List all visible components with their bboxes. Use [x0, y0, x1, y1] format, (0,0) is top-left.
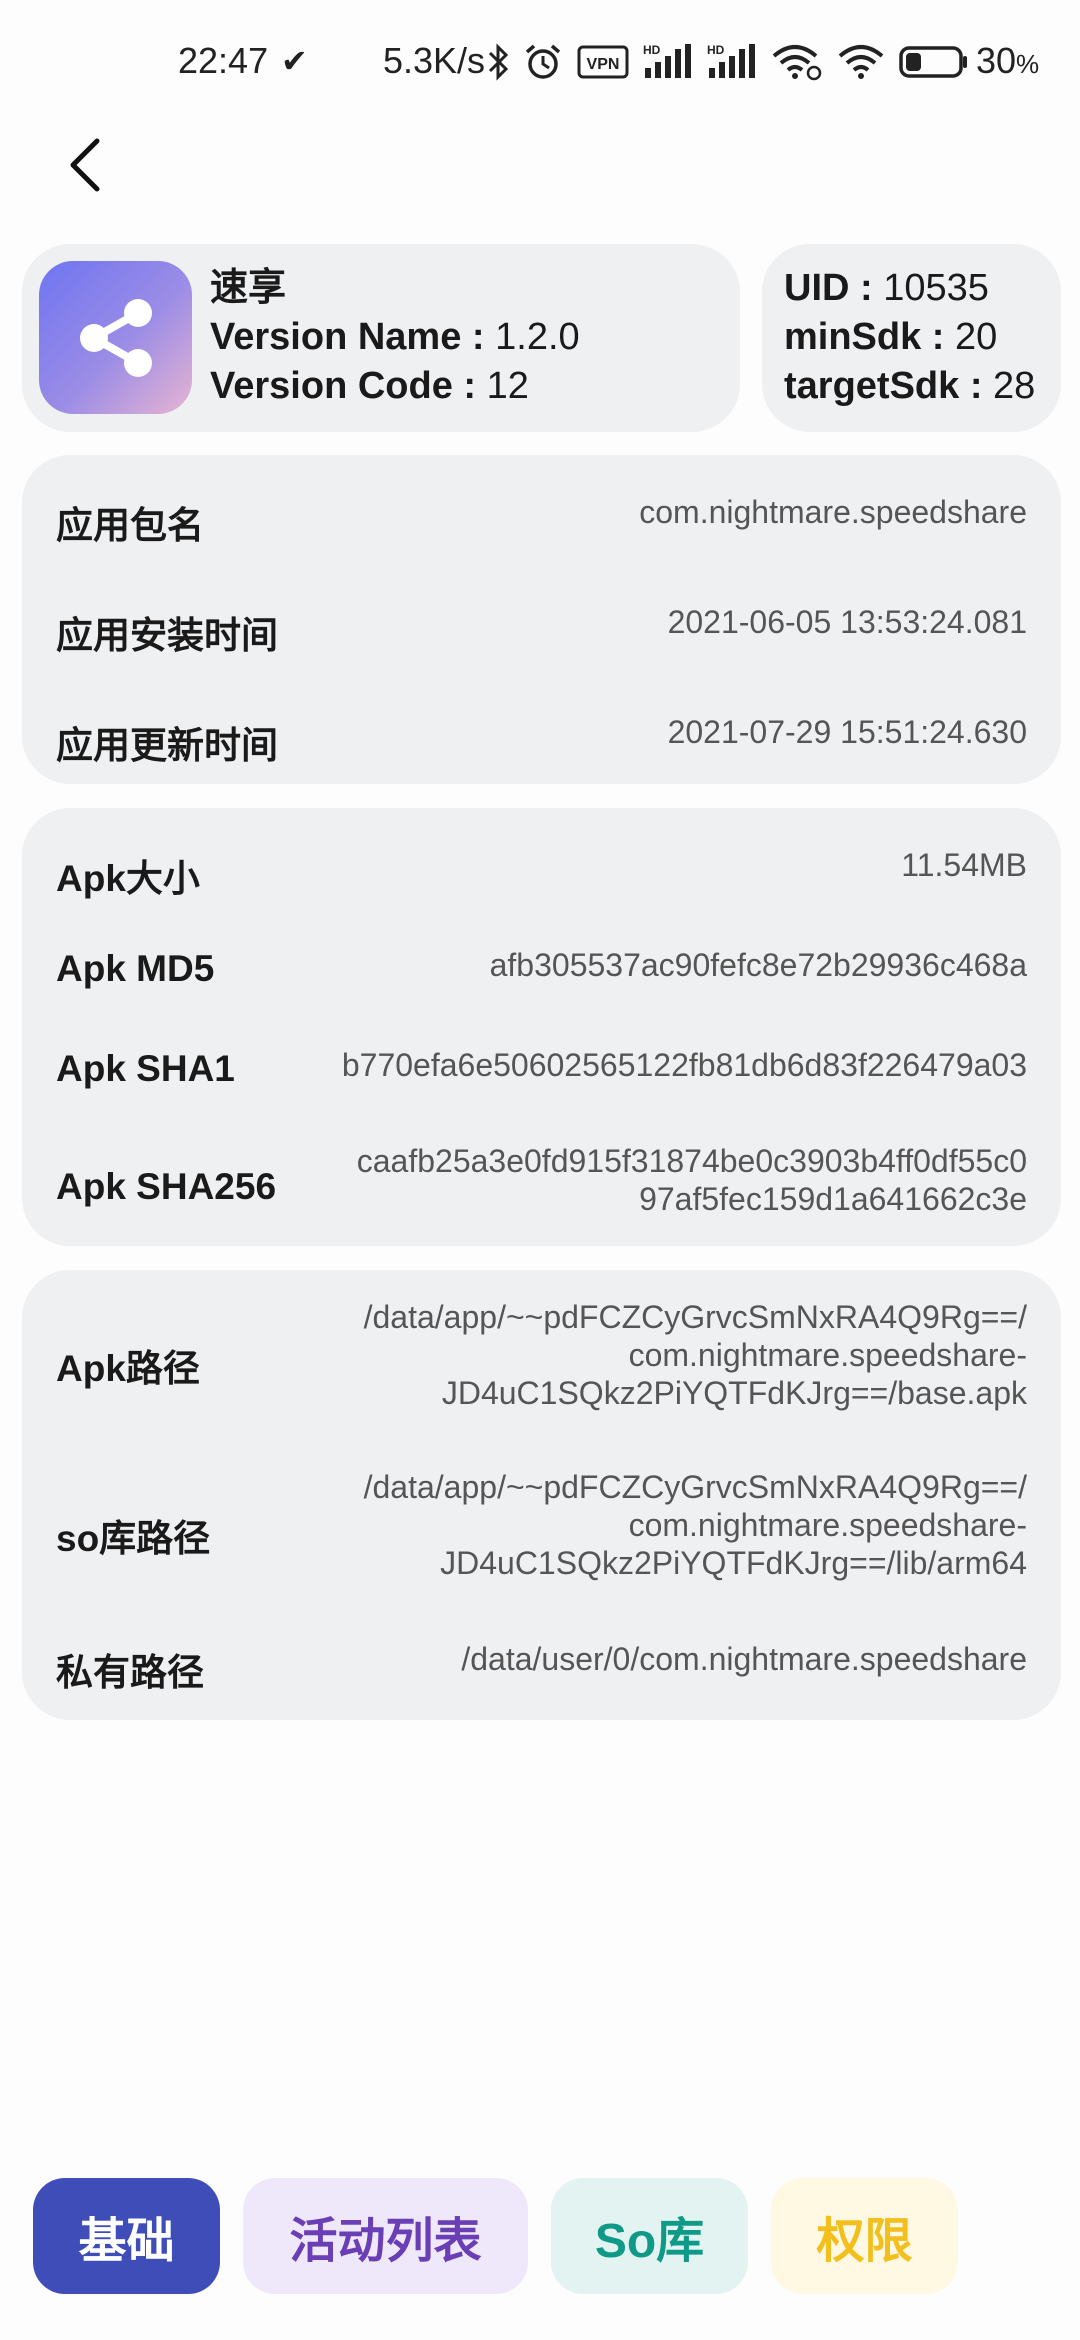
info-row: so库路径 /data/app/~~pdFCZCyGrvcSmNxRA4Q9Rg… — [56, 1468, 1027, 1588]
row-value: 2021-07-29 15:51:24.630 — [667, 714, 1027, 750]
row-label: Apk SHA1 — [56, 1048, 235, 1089]
svg-text:VPN: VPN — [587, 56, 620, 73]
row-value: /data/app/~~pdFCZCyGrvcSmNxRA4Q9Rg==/ co… — [363, 1469, 1027, 1581]
row-value: /data/user/0/com.nightmare.speedshare — [461, 1641, 1027, 1677]
row-value: caafb25a3e0fd915f31874be0c3903b4ff0df55c… — [356, 1143, 1027, 1217]
row-value: 2021-06-05 13:53:24.081 — [667, 604, 1027, 640]
chevron-left-icon — [70, 138, 100, 192]
app-icon — [39, 261, 192, 414]
package-info-card: 应用包名 com.nightmare.speedshare 应用安装时间 202… — [22, 455, 1061, 784]
info-row: 应用包名 com.nightmare.speedshare — [56, 485, 1027, 546]
wifi-link-icon — [772, 45, 822, 81]
svg-text:HD: HD — [643, 43, 661, 57]
info-row: 私有路径 /data/user/0/com.nightmare.speedsha… — [56, 1632, 1027, 1693]
app-info-card: 速享 Version Name : 1.2.0 Version Code : 1… — [22, 244, 740, 432]
network-speed: 5.3K/s — [383, 40, 486, 81]
target-sdk: targetSdk : 28 — [784, 365, 1036, 407]
row-label: Apk路径 — [56, 1348, 200, 1389]
row-label: 应用包名 — [56, 505, 204, 546]
info-row: Apk MD5 afb305537ac90fefc8e72b29936c468a — [56, 938, 1027, 998]
battery-percent: 30% — [976, 40, 1040, 81]
info-row: 应用更新时间 2021-07-29 15:51:24.630 — [56, 705, 1027, 766]
row-label: Apk大小 — [56, 858, 200, 899]
hd-signal-icon: HD — [707, 43, 755, 78]
row-label: 应用更新时间 — [56, 725, 278, 766]
vpn-icon: VPN — [577, 45, 629, 79]
tab-permissions[interactable]: 权限 — [771, 2178, 958, 2294]
alarm-icon — [525, 44, 561, 79]
min-sdk: minSdk : 20 — [784, 316, 998, 358]
bottom-tab-bar: 基础 活动列表 So库 权限 — [0, 2178, 1080, 2298]
path-info-card: Apk路径 /data/app/~~pdFCZCyGrvcSmNxRA4Q9Rg… — [22, 1270, 1061, 1720]
row-label: Apk MD5 — [56, 948, 215, 989]
row-value: b770efa6e50602565122fb81db6d83f226479a03 — [341, 1047, 1027, 1083]
tab-activity-list[interactable]: 活动列表 — [243, 2178, 528, 2294]
share-icon — [79, 298, 152, 377]
row-label: 应用安装时间 — [56, 615, 278, 656]
status-bar: 22:47 ✔ 5.3K/s VPN HD HD 30% — [0, 0, 1080, 125]
info-row: Apk路径 /data/app/~~pdFCZCyGrvcSmNxRA4Q9Rg… — [56, 1298, 1027, 1418]
info-row: Apk SHA256 caafb25a3e0fd915f31874be0c390… — [56, 1138, 1027, 1228]
row-value: com.nightmare.speedshare — [639, 494, 1027, 530]
info-row: Apk SHA1 b770efa6e50602565122fb81db6d83f… — [56, 1038, 1027, 1098]
status-time: 22:47 — [178, 40, 269, 81]
back-button[interactable] — [40, 120, 130, 210]
row-value: /data/app/~~pdFCZCyGrvcSmNxRA4Q9Rg==/ co… — [363, 1299, 1027, 1411]
row-label: so库路径 — [56, 1518, 211, 1559]
battery-icon — [899, 46, 967, 78]
row-value: 11.54MB — [901, 847, 1027, 883]
uid: UID : 10535 — [784, 267, 989, 309]
version-code: Version Code : 12 — [210, 365, 529, 407]
apk-info-card: Apk大小 11.54MB Apk MD5 afb305537ac90fefc8… — [22, 808, 1061, 1246]
wifi-icon — [838, 45, 884, 79]
svg-text:HD: HD — [707, 43, 725, 57]
row-label: 私有路径 — [56, 1652, 204, 1693]
sdk-info-card: UID : 10535 minSdk : 20 targetSdk : 28 — [762, 244, 1061, 432]
tab-basic[interactable]: 基础 — [33, 2178, 220, 2294]
tab-so-libs[interactable]: So库 — [551, 2178, 748, 2294]
version-name: Version Name : 1.2.0 — [210, 316, 580, 358]
info-row: 应用安装时间 2021-06-05 13:53:24.081 — [56, 595, 1027, 656]
row-value: afb305537ac90fefc8e72b29936c468a — [489, 947, 1027, 983]
hd-signal-icon: HD — [643, 43, 691, 78]
bluetooth-icon — [488, 43, 509, 81]
row-label: Apk SHA256 — [56, 1166, 277, 1207]
info-row: Apk大小 11.54MB — [56, 838, 1027, 899]
app-name: 速享 — [210, 267, 287, 309]
check-icon: ✔ — [281, 43, 308, 79]
